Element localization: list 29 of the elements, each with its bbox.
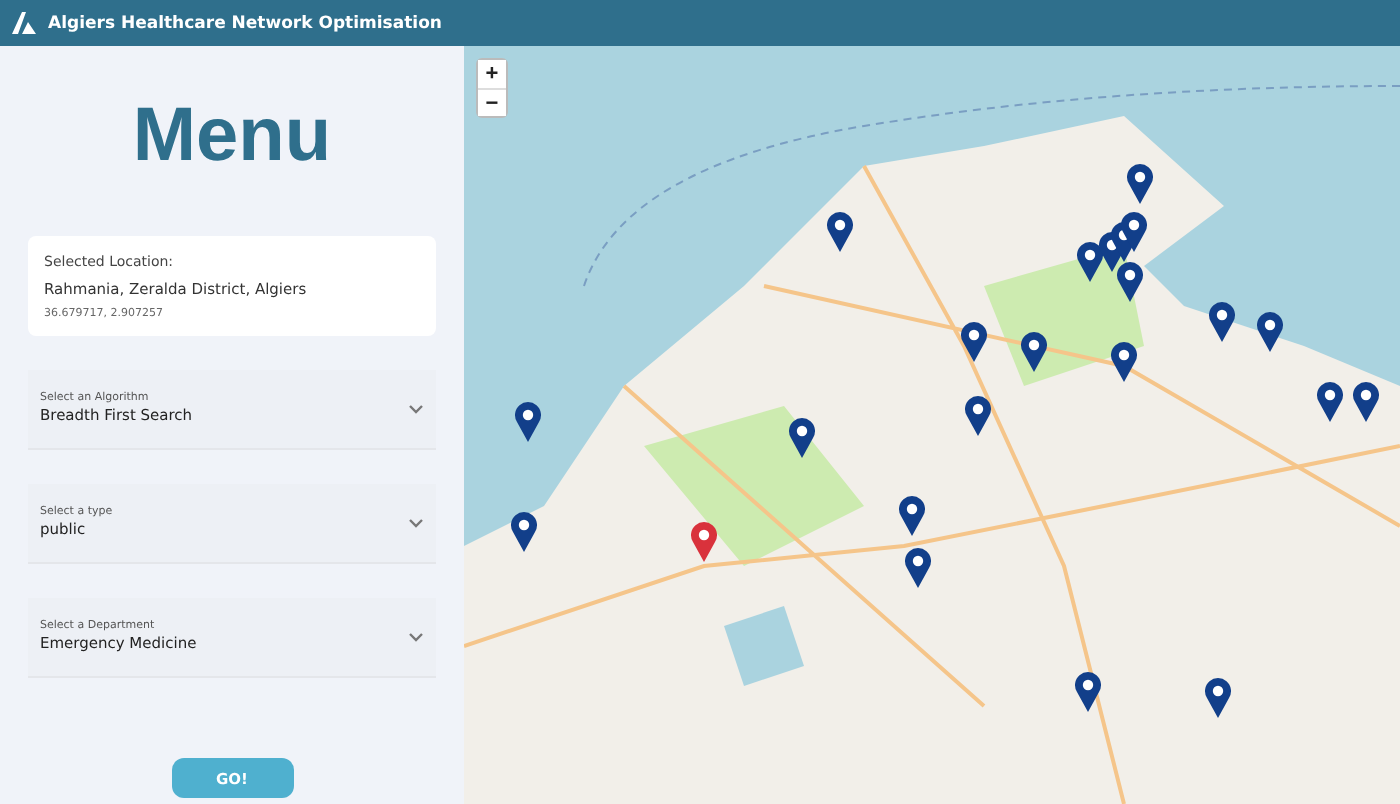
map-pin-icon[interactable] [1120,212,1148,252]
map-pin-icon[interactable] [898,496,926,536]
map-pin-icon[interactable] [510,512,538,552]
map-pin-icon[interactable] [1316,382,1344,422]
chevron-down-icon [408,403,424,413]
map-view[interactable]: + − [464,46,1400,804]
map-pin-icon[interactable] [964,396,992,436]
map-pin-icon[interactable] [1076,242,1104,282]
chevron-down-icon [408,517,424,527]
map-pin-icon[interactable] [514,402,542,442]
map-pin-icon[interactable] [690,522,718,562]
map-pin-icon[interactable] [904,548,932,588]
zoom-out-button[interactable]: − [478,88,506,116]
map-pin-icon[interactable] [1074,672,1102,712]
map-pin-icon[interactable] [788,418,816,458]
map-pin-icon[interactable] [1256,312,1284,352]
map-pin-icon[interactable] [1208,302,1236,342]
chevron-down-icon [408,631,424,641]
map-pin-icon[interactable] [1352,382,1380,422]
map-pin-icon[interactable] [1020,332,1048,372]
map-pin-icon[interactable] [1116,262,1144,302]
map-pin-icon[interactable] [1126,164,1154,204]
menu-title: Menu [132,94,332,180]
map-pin-icon[interactable] [1204,678,1232,718]
map-pin-icon[interactable] [826,212,854,252]
logo-icon [12,12,36,34]
app-title: Algiers Healthcare Network Optimisation [48,13,442,33]
map-pin-icon[interactable] [1110,342,1138,382]
map-pin-icon[interactable] [960,322,988,362]
